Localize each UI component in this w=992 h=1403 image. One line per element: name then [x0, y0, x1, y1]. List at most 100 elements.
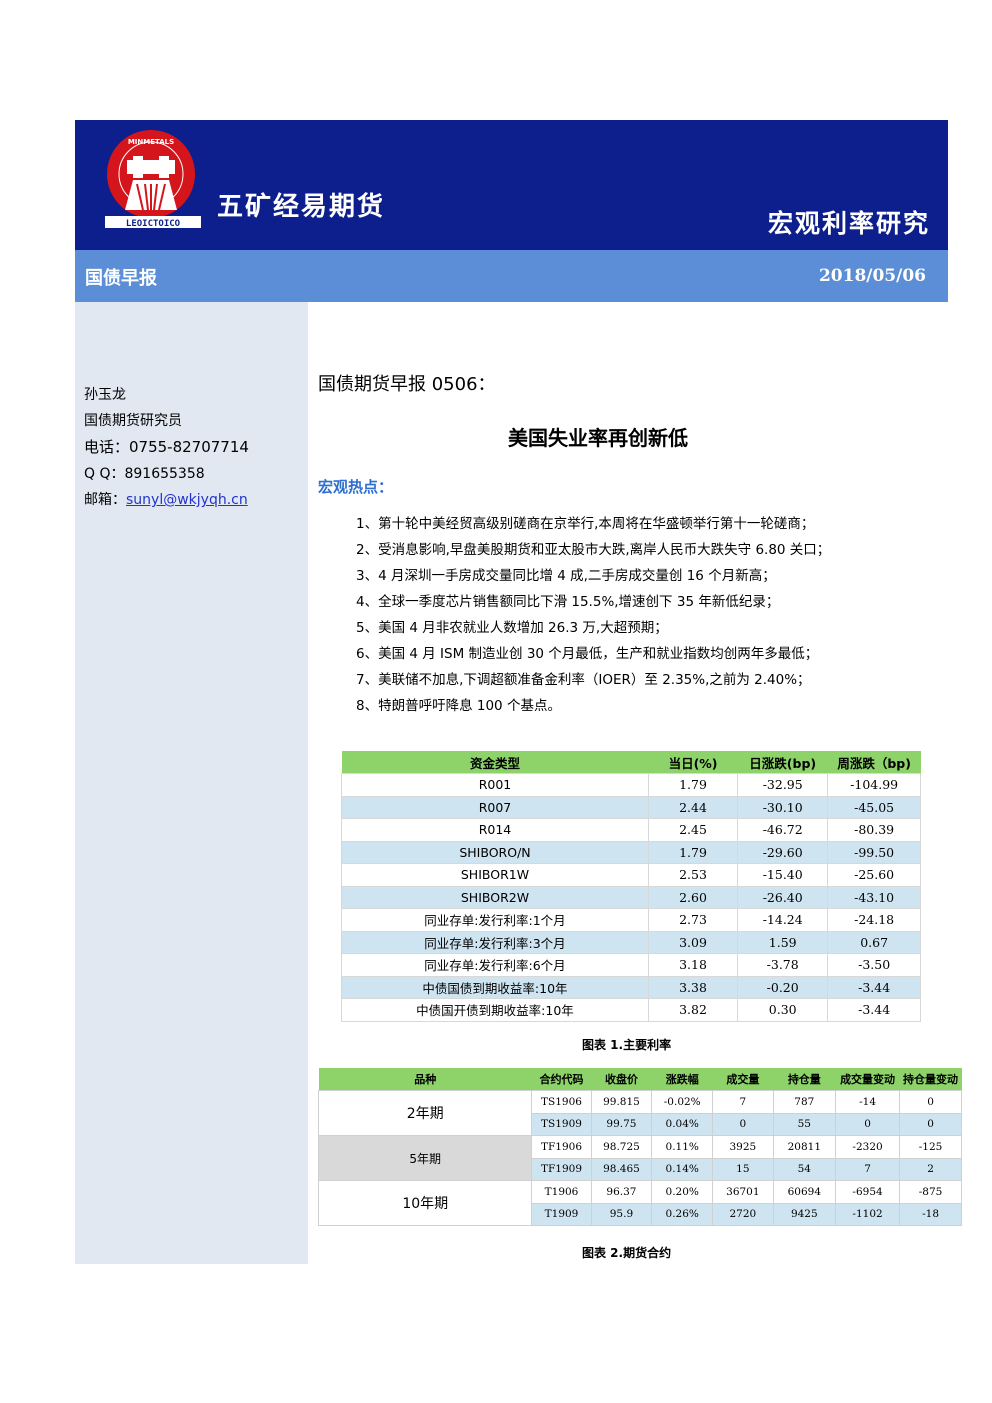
table-cell: -45.05	[827, 795, 921, 819]
table-cell: 2720	[712, 1202, 774, 1226]
table-header-row: 品种 合约代码 收盘价 涨跌幅 成交量 持仓量 成交量变动 持仓量变动	[318, 1068, 962, 1091]
table-cell: 95.9	[590, 1202, 653, 1226]
table-cell: 2.73	[647, 908, 739, 932]
company-name: 五矿经易期货	[217, 192, 386, 222]
table-cell: 55	[772, 1112, 837, 1136]
table-cell: 36701	[712, 1180, 774, 1204]
variety-cell: 10年期	[317, 1180, 533, 1226]
table-cell: -29.60	[737, 840, 829, 864]
table-cell: -25.60	[827, 863, 921, 887]
table-row: 中债国债到期收益率:10年 3.38 -0.20 -3.44	[341, 975, 921, 999]
list-item: 6、美国 4 月 ISM 制造业创 30 个月最低，生产和就业指数均创两年多最低…	[356, 646, 819, 662]
table-cell: SHIBOR2W	[341, 885, 649, 909]
table-row: R001 1.79 -32.95 -104.99	[341, 773, 921, 797]
rates-table: 资金类型 当日(%) 日涨跌(bp) 周涨跌（bp) R001 1.79 -32.9…	[341, 751, 921, 1022]
table-cell: 60694	[772, 1180, 837, 1204]
author-sidebar: 孙玉龙 国债期货研究员 电话：0755-82707714 Q Q：8916553…	[75, 302, 308, 1264]
table-cell: 99.75	[590, 1112, 653, 1136]
section-title: 宏观利率研究	[767, 209, 930, 238]
table-row: R007 2.44 -30.10 -45.05	[341, 795, 921, 819]
table-cell: 3.38	[647, 975, 739, 999]
table-row: 同业存单:发行利率:3个月 3.09 1.59 0.67	[341, 930, 921, 954]
table-cell: -6954	[835, 1180, 901, 1204]
table-cell: 9425	[772, 1202, 837, 1226]
column-header: 周涨跌（bp)	[827, 751, 921, 774]
table-cell: 99.815	[590, 1090, 653, 1114]
table-cell: 0.30	[737, 998, 829, 1022]
table-cell: -3.44	[827, 975, 921, 999]
table-cell: SHIBORO/N	[341, 840, 649, 864]
table-cell: 2.44	[647, 795, 739, 819]
macro-hot-title: 宏观热点：	[318, 478, 394, 496]
column-header: 成交量变动	[835, 1068, 900, 1091]
column-header: 合约代码	[531, 1068, 592, 1091]
table-cell: -875	[899, 1180, 962, 1204]
svg-text:MINMETALS: MINMETALS	[128, 138, 174, 146]
list-item: 5、美国 4 月非农就业人数增加 26.3 万,大超预期；	[356, 620, 668, 636]
list-item: 2、受消息影响,早盘美股期货和亚太股市大跌,离岸人民币大跌失守 6.80 关口；	[356, 542, 831, 558]
table-cell: -1102	[835, 1202, 901, 1226]
table-cell: 98.725	[590, 1135, 653, 1159]
table-cell: -2320	[835, 1135, 901, 1159]
author-name: 孙玉龙	[84, 387, 126, 403]
futures-table-body: 2年期 TS1906 99.815 -0.02% 7 787 -14 0 TS1909 99.75…	[317, 1090, 962, 1226]
table-row: 中债国开债到期收益率:10年 3.82 0.30 -3.44	[341, 998, 921, 1022]
list-item: 8、特朗普呼吁降息 100 个基点。	[356, 698, 561, 714]
table-cell: 0.11%	[651, 1135, 714, 1159]
table-cell: TF1906	[531, 1135, 592, 1159]
report-date: 2018/05/06	[818, 266, 926, 286]
table-cell: -3.78	[737, 953, 829, 977]
column-header: 涨跌幅	[651, 1068, 713, 1091]
column-header: 持仓量变动	[899, 1068, 962, 1091]
table-cell: R014	[341, 818, 649, 842]
table-row: 同业存单:发行利率:1个月 2.73 -14.24 -24.18	[341, 908, 921, 932]
email-link[interactable]: sunyl@wkjyqh.cn	[126, 492, 248, 508]
table-cell: -32.95	[737, 773, 829, 797]
table-cell: 0	[712, 1112, 774, 1136]
table-cell: 7	[835, 1157, 901, 1181]
table-cell: 15	[712, 1157, 774, 1181]
subheader-bar: 国债早报 2018/05/06	[75, 250, 948, 302]
futures-table-caption: 图表 2.期货合约	[582, 1246, 672, 1260]
table-cell: -14.24	[737, 908, 829, 932]
table-cell: -104.99	[827, 773, 921, 797]
table-cell: TS1906	[531, 1090, 592, 1114]
table-cell: 1.79	[647, 840, 739, 864]
table-cell: R007	[341, 795, 649, 819]
table-cell: TS1909	[531, 1112, 592, 1136]
table-cell: 2.60	[647, 885, 739, 909]
news-list: 1、第十轮中美经贸高级别磋商在京举行,本周将在华盛顿举行第十一轮磋商； 2、受消…	[356, 514, 830, 722]
table-cell: -0.02%	[651, 1090, 714, 1114]
rates-table-caption: 图表 1.主要利率	[582, 1038, 672, 1052]
table-cell: 同业存单:发行利率:1个月	[341, 908, 649, 932]
table-cell: -24.18	[827, 908, 921, 932]
column-header: 当日(%)	[648, 751, 738, 774]
column-header: 日涨跌(bp)	[737, 751, 828, 774]
table-row: SHIBOR2W 2.60 -26.40 -43.10	[341, 885, 921, 909]
table-cell: 3.09	[647, 930, 739, 954]
table-header-row: 资金类型 当日(%) 日涨跌(bp) 周涨跌（bp)	[341, 751, 921, 774]
variety-cell: 2年期	[317, 1090, 533, 1136]
table-cell: 0.67	[827, 930, 921, 954]
table-cell: -43.10	[827, 885, 921, 909]
table-cell: 2.45	[647, 818, 739, 842]
table-cell: 2.53	[647, 863, 739, 887]
table-cell: -80.39	[827, 818, 921, 842]
table-row: SHIBOR1W 2.53 -15.40 -25.60	[341, 863, 921, 887]
table-cell: 中债国债到期收益率:10年	[341, 975, 649, 999]
table-cell: 同业存单:发行利率:3个月	[341, 930, 649, 954]
column-header: 收盘价	[591, 1068, 652, 1091]
headline: 美国失业率再创新低	[508, 426, 688, 450]
column-header: 品种	[318, 1068, 532, 1091]
table-cell: -15.40	[737, 863, 829, 887]
list-item: 3、4 月深圳一手房成交量同比增 4 成,二手房成交量创 16 个月新高；	[356, 568, 776, 584]
table-row: 10年期 T1906 96.37 0.20% 36701 60694 -6954 -875	[317, 1180, 962, 1226]
list-item: 4、全球一季度芯片销售额同比下滑 15.5%,增速创下 35 年新低纪录；	[356, 594, 780, 610]
table-row: 5年期 TF1906 98.725 0.11% 3925 20811 -2320 -125	[317, 1135, 962, 1181]
table-cell: 98.465	[590, 1157, 653, 1181]
table-row: R014 2.45 -46.72 -80.39	[341, 818, 921, 842]
table-cell: 2	[899, 1157, 962, 1181]
table-cell: 同业存单:发行利率:6个月	[341, 953, 649, 977]
table-cell: T1909	[531, 1202, 592, 1226]
email-label: 邮箱：	[84, 492, 126, 508]
